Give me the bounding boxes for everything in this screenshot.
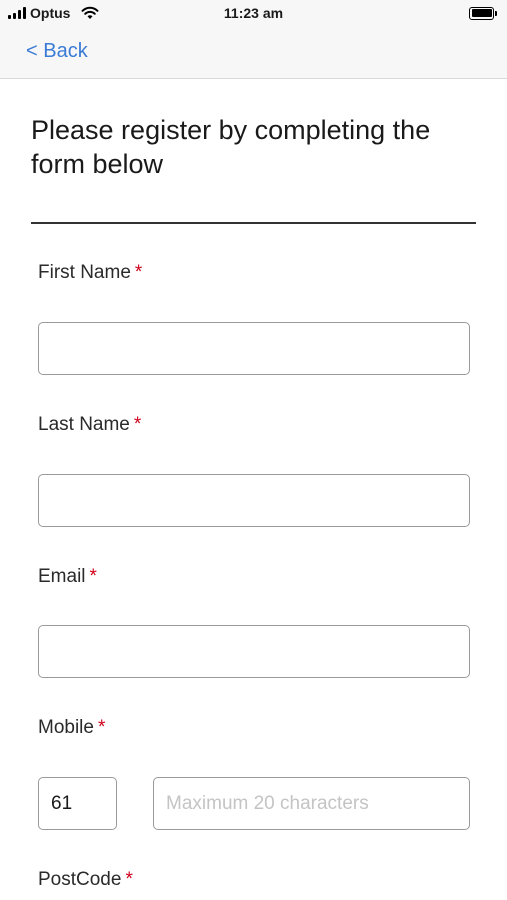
- first-name-input[interactable]: [38, 322, 470, 375]
- first-name-label: First Name *: [38, 262, 142, 284]
- email-label: Email *: [38, 566, 97, 588]
- mobile-label: Mobile *: [38, 717, 105, 739]
- required-marker: *: [125, 869, 133, 890]
- nav-bar: < Back: [0, 28, 507, 79]
- page-title: Please register by completing the form b…: [31, 115, 431, 179]
- postcode-label: PostCode *: [38, 869, 133, 891]
- mobile-number-input[interactable]: [153, 777, 470, 830]
- required-marker: *: [97, 717, 106, 738]
- email-input[interactable]: [38, 625, 470, 678]
- mobile-country-code-input[interactable]: [38, 777, 117, 830]
- required-marker: *: [133, 414, 142, 435]
- last-name-label: Last Name *: [38, 414, 141, 436]
- status-time: 11:23 am: [223, 5, 284, 21]
- last-name-input[interactable]: [38, 474, 470, 527]
- status-bar: Optus 11:23 am: [0, 0, 507, 28]
- first-name-label-text: First Name: [38, 262, 131, 283]
- back-button[interactable]: < Back: [26, 40, 88, 63]
- battery-icon: [469, 6, 497, 20]
- mobile-label-text: Mobile: [38, 717, 94, 738]
- email-label-text: Email: [38, 566, 86, 587]
- title-divider: [31, 222, 476, 224]
- required-marker: *: [89, 566, 97, 587]
- last-name-label-text: Last Name: [38, 414, 130, 435]
- required-marker: *: [134, 262, 143, 283]
- postcode-label-text: PostCode: [38, 869, 122, 890]
